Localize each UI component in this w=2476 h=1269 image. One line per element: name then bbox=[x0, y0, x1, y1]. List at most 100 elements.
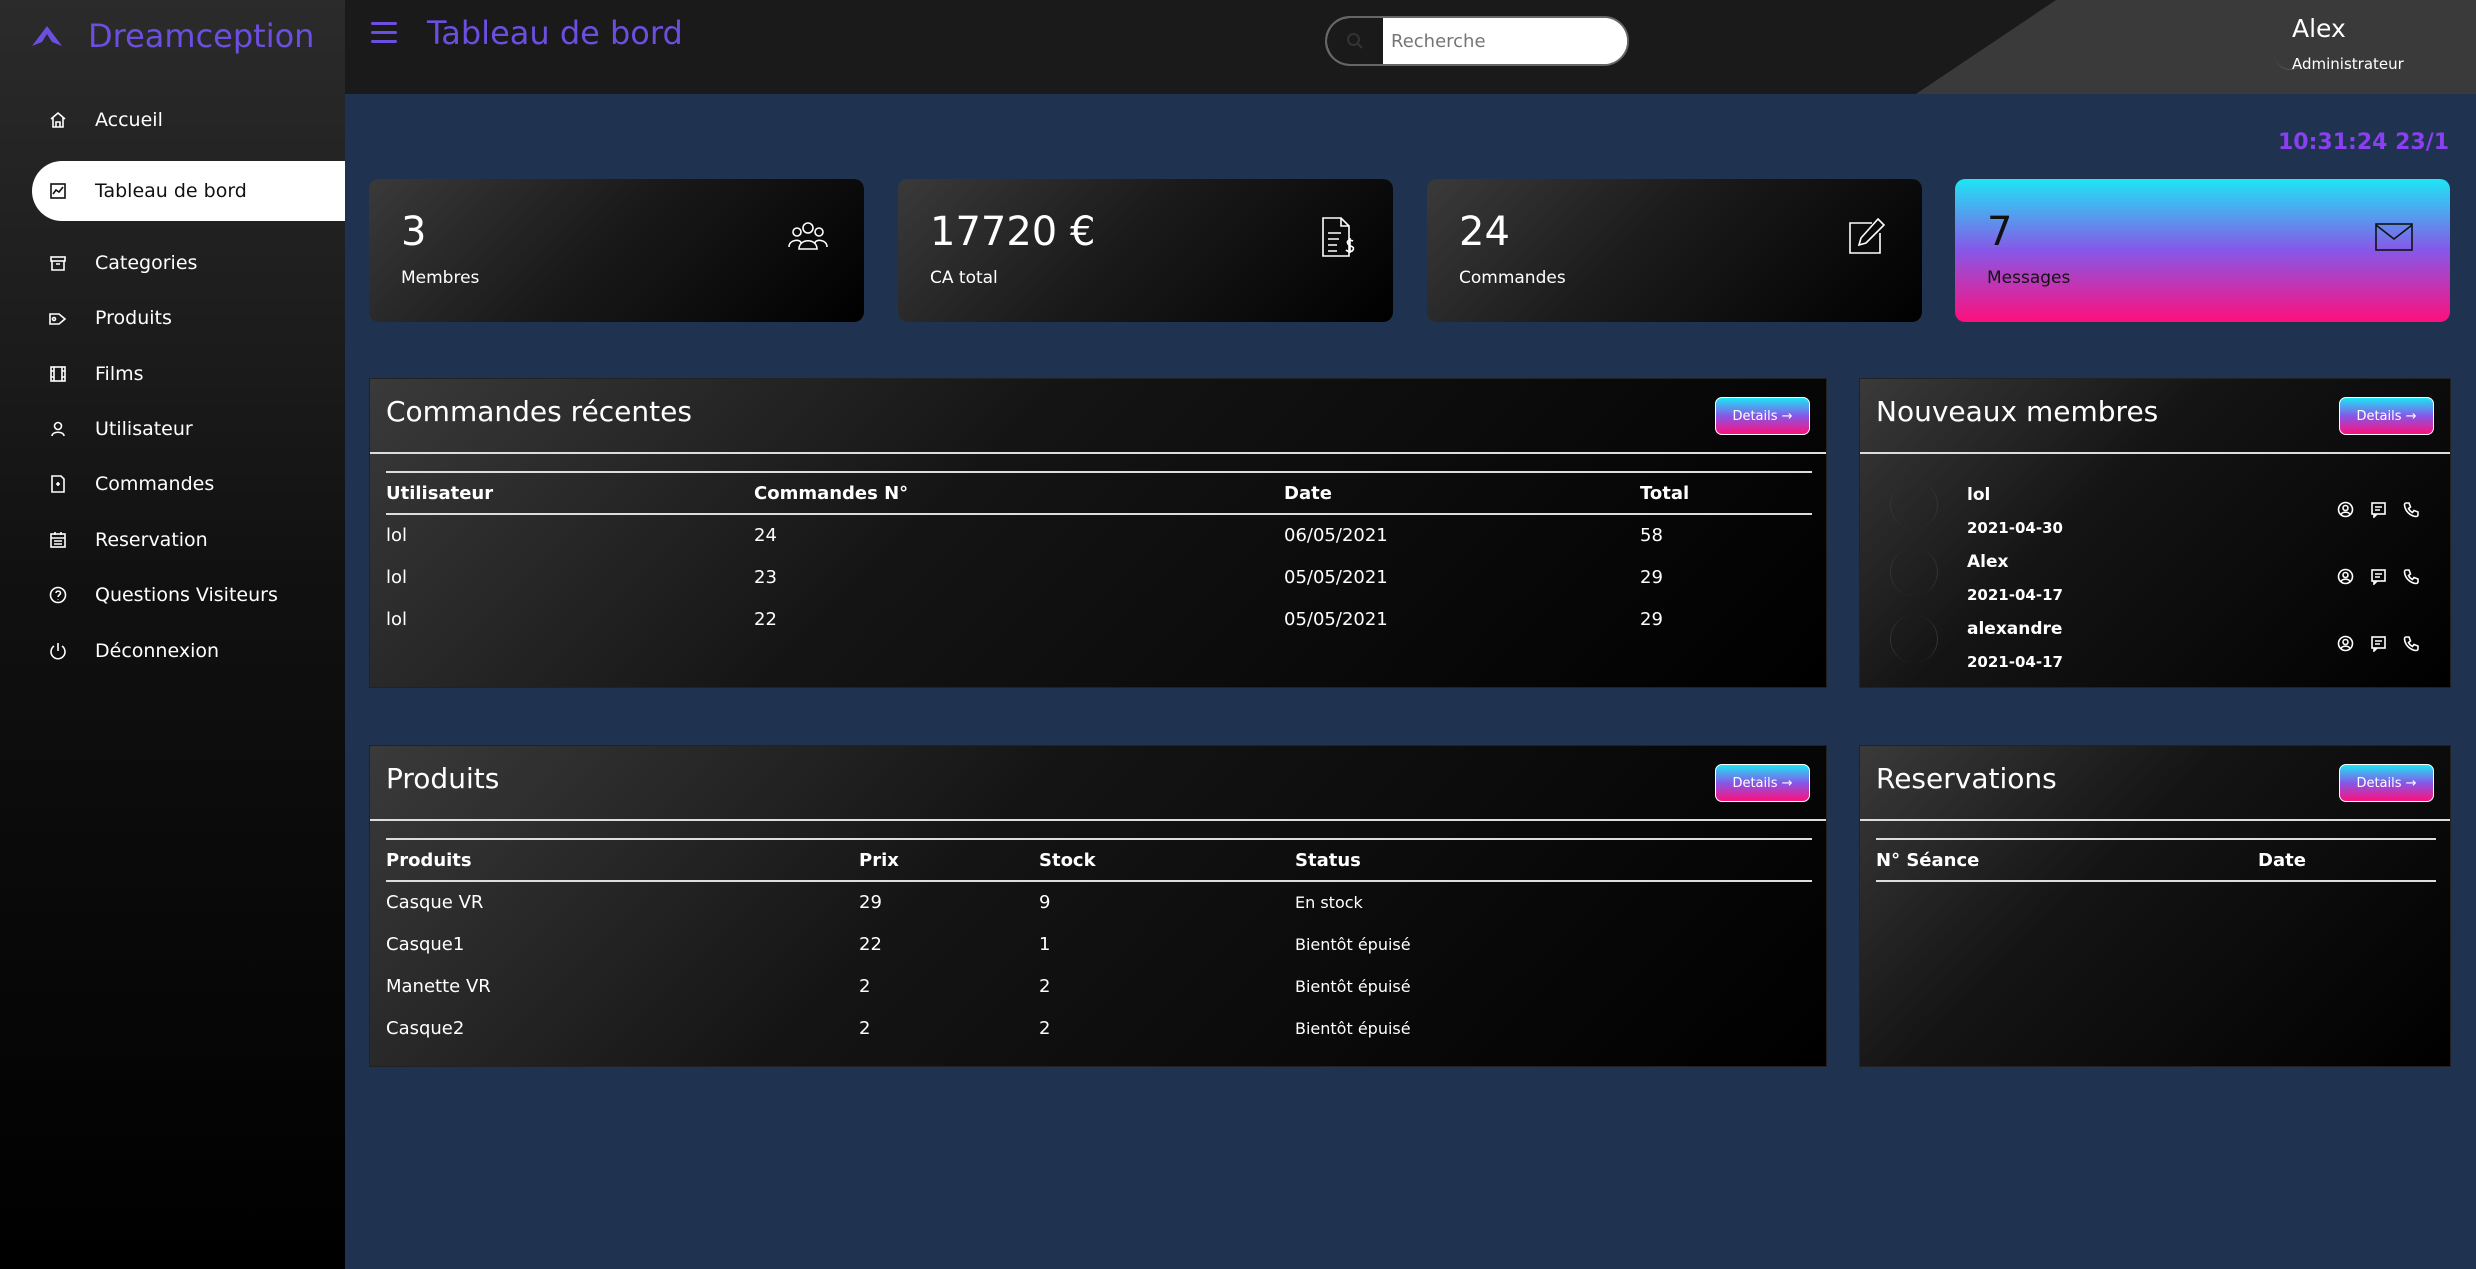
cell-stock: 9 bbox=[1039, 892, 1051, 913]
member-actions bbox=[2337, 501, 2420, 522]
reservations-table: N° Séance Date bbox=[1876, 838, 2436, 882]
archive-icon bbox=[47, 252, 69, 274]
table-row[interactable]: Manette VR 2 2 Bientôt épuisé bbox=[386, 965, 1812, 1007]
message-icon[interactable] bbox=[2370, 568, 2387, 589]
table-header-row: Utilisateur Commandes N° Date Total bbox=[386, 471, 1812, 515]
table-row[interactable]: lol 24 06/05/2021 58 bbox=[386, 514, 1812, 556]
sidebar: Dreamception Accueil Tableau de bord Cat… bbox=[0, 0, 345, 1269]
member-name: Alex bbox=[1967, 552, 2009, 572]
products-panel: Produits Details → Produits Prix Stock S… bbox=[369, 745, 1827, 1067]
member-actions bbox=[2337, 568, 2420, 589]
table-row[interactable]: Casque VR 29 9 En stock bbox=[386, 881, 1812, 923]
message-icon[interactable] bbox=[2370, 635, 2387, 656]
cell-user: lol bbox=[386, 566, 408, 588]
stat-value: 3 bbox=[401, 209, 427, 255]
list-item[interactable]: alexandre 2021-04-17 bbox=[1860, 605, 2450, 671]
avatar bbox=[1890, 481, 1938, 529]
sidebar-item-label: Films bbox=[95, 363, 144, 385]
user-icon bbox=[47, 418, 69, 440]
sidebar-item-reservation[interactable]: Reservation bbox=[32, 510, 345, 570]
stat-label: CA total bbox=[930, 268, 998, 288]
stat-value: 24 bbox=[1459, 209, 1510, 255]
cell-status: Bientôt épuisé bbox=[1295, 976, 1411, 996]
panel-title: Nouveaux membres bbox=[1876, 395, 2159, 428]
cell-stock: 2 bbox=[1039, 975, 1051, 997]
sidebar-item-label: Produits bbox=[95, 307, 172, 329]
stat-card-ca-total[interactable]: 17720 € CA total bbox=[898, 179, 1393, 322]
stat-card-commandes[interactable]: 24 Commandes bbox=[1427, 179, 1922, 322]
tag-icon bbox=[47, 307, 69, 329]
column-header: Utilisateur bbox=[386, 471, 754, 515]
cell-user: lol bbox=[386, 608, 408, 630]
column-header: Produits bbox=[386, 838, 859, 882]
power-icon bbox=[47, 640, 69, 662]
page-title: Tableau de bord bbox=[427, 14, 683, 52]
clock: 10:31:24 23/1 bbox=[2278, 130, 2450, 155]
panel-header: Commandes récentes Details → bbox=[370, 379, 1826, 454]
avatar bbox=[1890, 615, 1938, 663]
profile-icon[interactable] bbox=[2337, 568, 2354, 589]
logo-icon bbox=[32, 26, 62, 46]
search-input[interactable] bbox=[1383, 18, 1627, 64]
stat-card-messages[interactable]: 7 Messages bbox=[1955, 179, 2450, 322]
phone-icon[interactable] bbox=[2403, 501, 2420, 522]
phone-icon[interactable] bbox=[2403, 635, 2420, 656]
chart-icon bbox=[47, 180, 69, 202]
details-button[interactable]: Details → bbox=[2339, 764, 2434, 802]
reservations-panel: Reservations Details → N° Séance Date bbox=[1859, 745, 2451, 1067]
sidebar-item-commandes[interactable]: Commandes bbox=[32, 454, 345, 514]
table-header-row: N° Séance Date bbox=[1876, 838, 2436, 882]
cell-product: Casque2 bbox=[386, 1017, 465, 1039]
column-header: Prix bbox=[859, 838, 1039, 882]
profile-icon[interactable] bbox=[2337, 501, 2354, 522]
cell-product: Casque VR bbox=[386, 892, 484, 913]
sidebar-item-label: Questions Visiteurs bbox=[95, 584, 278, 606]
details-button[interactable]: Details → bbox=[1715, 764, 1810, 802]
sidebar-item-label: Tableau de bord bbox=[95, 180, 247, 202]
details-button[interactable]: Details → bbox=[1715, 397, 1810, 435]
cell-stock: 2 bbox=[1039, 1017, 1051, 1039]
sidebar-item-accueil[interactable]: Accueil bbox=[32, 90, 345, 150]
list-item[interactable]: lol 2021-04-30 bbox=[1860, 471, 2450, 537]
stat-label: Membres bbox=[401, 268, 480, 288]
member-date: 2021-04-30 bbox=[1967, 519, 2063, 537]
sidebar-item-tableau-de-bord[interactable]: Tableau de bord bbox=[32, 161, 345, 221]
message-icon[interactable] bbox=[2370, 501, 2387, 522]
phone-icon[interactable] bbox=[2403, 568, 2420, 589]
member-actions bbox=[2337, 635, 2420, 656]
sidebar-item-produits[interactable]: Produits bbox=[32, 288, 345, 348]
avatar bbox=[1890, 548, 1938, 596]
sidebar-item-deconnexion[interactable]: Déconnexion bbox=[32, 621, 345, 681]
home-icon bbox=[47, 109, 69, 131]
table-row[interactable]: Casque2 2 2 Bientôt épuisé bbox=[386, 1007, 1812, 1049]
cell-total: 58 bbox=[1640, 525, 1663, 546]
table-row[interactable]: lol 23 05/05/2021 29 bbox=[386, 556, 1812, 598]
stat-value: 7 bbox=[1987, 209, 2013, 255]
panel-header: Nouveaux membres Details → bbox=[1860, 379, 2450, 454]
search-button[interactable] bbox=[1327, 18, 1383, 64]
sidebar-item-films[interactable]: Films bbox=[32, 344, 345, 404]
sidebar-item-categories[interactable]: Categories bbox=[32, 233, 345, 293]
brand[interactable]: Dreamception bbox=[30, 14, 314, 58]
profile-icon[interactable] bbox=[2337, 635, 2354, 656]
question-icon bbox=[47, 584, 69, 606]
column-header: N° Séance bbox=[1876, 838, 2258, 882]
edit-icon bbox=[1844, 215, 1888, 259]
table-row[interactable]: lol 22 05/05/2021 29 bbox=[386, 598, 1812, 640]
table-row[interactable]: Casque1 22 1 Bientôt épuisé bbox=[386, 923, 1812, 965]
menu-toggle-button[interactable] bbox=[371, 22, 397, 44]
user-name: Alex bbox=[2292, 14, 2346, 43]
menu-bar bbox=[371, 31, 397, 34]
list-item[interactable]: Alex 2021-04-17 bbox=[1860, 538, 2450, 604]
stat-card-membres[interactable]: 3 Membres bbox=[369, 179, 864, 322]
sidebar-item-label: Accueil bbox=[95, 109, 163, 131]
products-table: Produits Prix Stock Status Casque VR 29 … bbox=[386, 838, 1812, 1049]
brand-name: Dreamception bbox=[88, 17, 315, 55]
menu-bar bbox=[371, 40, 397, 43]
details-button[interactable]: Details → bbox=[2339, 397, 2434, 435]
menu-bar bbox=[371, 22, 397, 25]
users-icon bbox=[786, 215, 830, 259]
stat-value: 17720 € bbox=[930, 209, 1096, 255]
sidebar-item-questions-visiteurs[interactable]: Questions Visiteurs bbox=[32, 565, 345, 625]
sidebar-item-utilisateur[interactable]: Utilisateur bbox=[32, 399, 345, 459]
